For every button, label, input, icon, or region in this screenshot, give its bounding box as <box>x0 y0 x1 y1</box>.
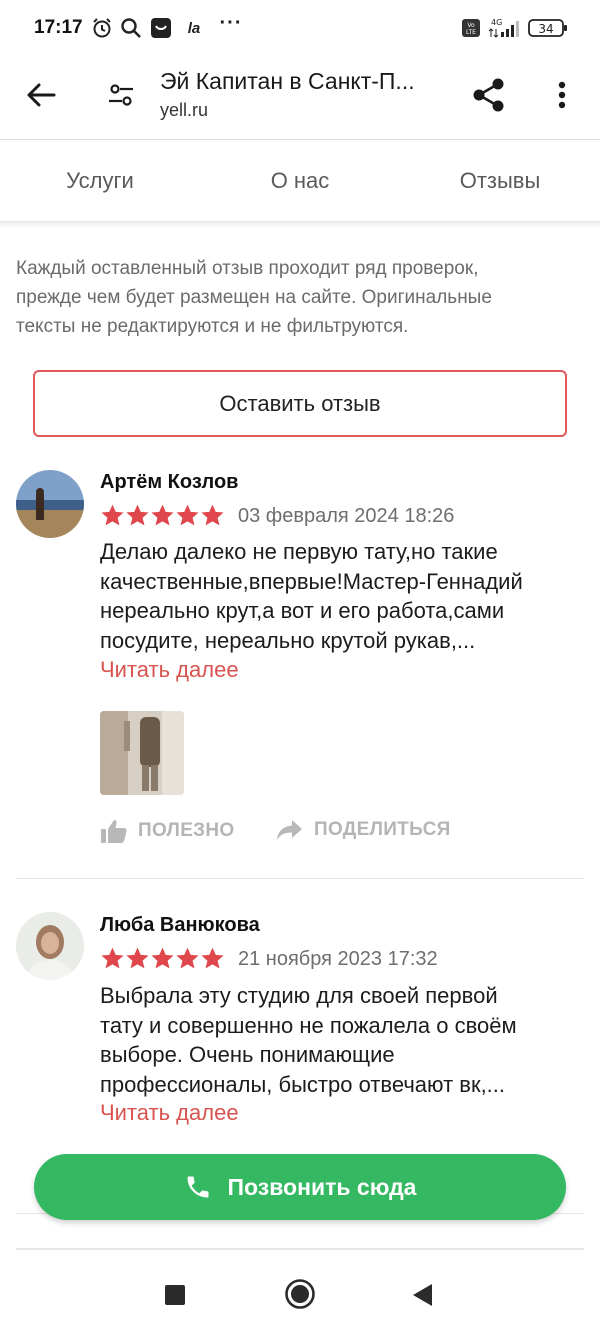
call-button-label: Позвонить сюда <box>227 1173 417 1200</box>
square-icon <box>165 1285 185 1305</box>
useful-button[interactable]: ПОЛЕЗНО <box>100 818 234 844</box>
avatar[interactable] <box>16 912 84 980</box>
tab-bar: Услуги О нас Отзывы <box>0 140 600 222</box>
star-icon <box>126 504 149 526</box>
app-bar: Эй Капитан в Санкт-П... yell.ru <box>0 56 600 140</box>
svg-text:Vo: Vo <box>467 22 475 29</box>
star-icon <box>201 504 224 526</box>
more-vert-icon <box>558 81 566 109</box>
rating-stars <box>100 503 225 528</box>
la-label: la <box>187 19 201 37</box>
review-text: Выбрала эту студию для своей первой тату… <box>100 981 584 1099</box>
filter-icon <box>109 84 133 106</box>
review-text-line: профессионалы, быстро отвечают вк,... <box>100 1071 506 1097</box>
battery-level: 34 <box>538 22 553 36</box>
alarm-icon <box>90 17 114 39</box>
share-review-button[interactable]: ПОДЕЛИТЬСЯ <box>276 818 451 842</box>
system-nav-bar <box>0 1256 600 1333</box>
signal-icon: 4G <box>487 17 523 39</box>
app-notification-icon <box>150 17 172 39</box>
overflow-menu-button[interactable] <box>540 72 584 118</box>
review-text-line: качественные,впервые!Мастер-Геннадий <box>100 568 523 594</box>
review-text-line: Делаю далеко не первую тату,но такие <box>100 539 498 564</box>
home-button[interactable] <box>284 1278 316 1310</box>
home-circle-icon <box>285 1279 315 1309</box>
back-arrow-icon <box>27 83 56 107</box>
read-more-link[interactable]: Читать далее <box>100 1100 239 1126</box>
tab-services[interactable]: Услуги <box>0 140 200 221</box>
status-bar: 17:17 la ··· Vo LTE 4G 34 <box>0 0 600 56</box>
star-icon <box>151 504 174 526</box>
useful-label: ПОЛЕЗНО <box>138 820 235 841</box>
star-icon <box>126 947 149 969</box>
disclaimer-line: прежде чем будет размещен на сайте. Ориг… <box>16 287 492 308</box>
review-text-line: тату и совершенно не пожалела о своём <box>100 1012 517 1038</box>
phone-icon <box>187 1176 209 1198</box>
search-icon <box>119 17 143 39</box>
page-settings-button[interactable] <box>98 72 144 118</box>
share-button[interactable] <box>466 72 512 118</box>
triangle-back-icon <box>413 1284 432 1306</box>
call-button[interactable]: Позвонить сюда <box>34 1154 566 1220</box>
star-icon <box>176 504 199 526</box>
system-back-button[interactable] <box>410 1282 434 1308</box>
read-more-link[interactable]: Читать далее <box>100 657 239 683</box>
more-notifications-icon: ··· <box>219 11 243 34</box>
star-icon <box>176 947 199 969</box>
review-text: Делаю далеко не первую тату,но такие кач… <box>100 537 584 655</box>
back-button[interactable] <box>18 72 64 118</box>
status-time: 17:17 <box>34 17 83 38</box>
review-photo[interactable] <box>100 711 184 795</box>
battery-icon: 34 <box>528 17 568 39</box>
reviews-disclaimer: Каждый оставленный отзыв проходит ряд пр… <box>16 254 586 341</box>
star-icon <box>151 947 174 969</box>
disclaimer-line: тексты не редактируются и не фильтруются… <box>16 316 409 337</box>
page-url: yell.ru <box>160 100 209 120</box>
reviewer-name[interactable]: Люба Ванюкова <box>100 914 260 937</box>
tab-about[interactable]: О нас <box>200 140 400 221</box>
leave-review-button[interactable]: Оставить отзыв <box>33 370 567 437</box>
thumbs-up-icon <box>101 820 127 843</box>
rating-stars <box>100 946 225 971</box>
star-icon <box>101 947 124 969</box>
share-icon <box>473 78 504 112</box>
share-label: ПОДЕЛИТЬСЯ <box>314 819 451 840</box>
star-icon <box>101 504 124 526</box>
svg-text:LTE: LTE <box>466 29 476 36</box>
review-text-line: нереально крут,а вот и его работа,сами <box>100 598 505 623</box>
avatar[interactable] <box>16 470 84 538</box>
tab-reviews[interactable]: Отзывы <box>400 140 600 221</box>
recent-apps-button[interactable] <box>164 1284 186 1306</box>
review-text-line: выборе. Очень понимающие <box>100 1042 395 1067</box>
star-icon <box>201 947 224 969</box>
review-text-line: Выбрала эту студию для своей первой <box>100 983 498 1008</box>
forward-arrow-icon <box>277 820 302 840</box>
page-title: Эй Капитан в Санкт-П... <box>160 68 415 94</box>
review-date: 03 февраля 2024 18:26 <box>238 505 455 527</box>
next-card-edge <box>16 1248 584 1256</box>
review-divider <box>16 878 584 879</box>
reviewer-name[interactable]: Артём Козлов <box>100 471 238 494</box>
disclaimer-line: Каждый оставленный отзыв проходит ряд пр… <box>16 258 479 279</box>
review-date: 21 ноября 2023 17:32 <box>238 948 438 970</box>
volte-icon: Vo LTE <box>460 17 482 39</box>
network-type-label: 4G <box>491 18 502 27</box>
review-text-line: посудите, нереально крутой рукав,... <box>100 627 476 653</box>
